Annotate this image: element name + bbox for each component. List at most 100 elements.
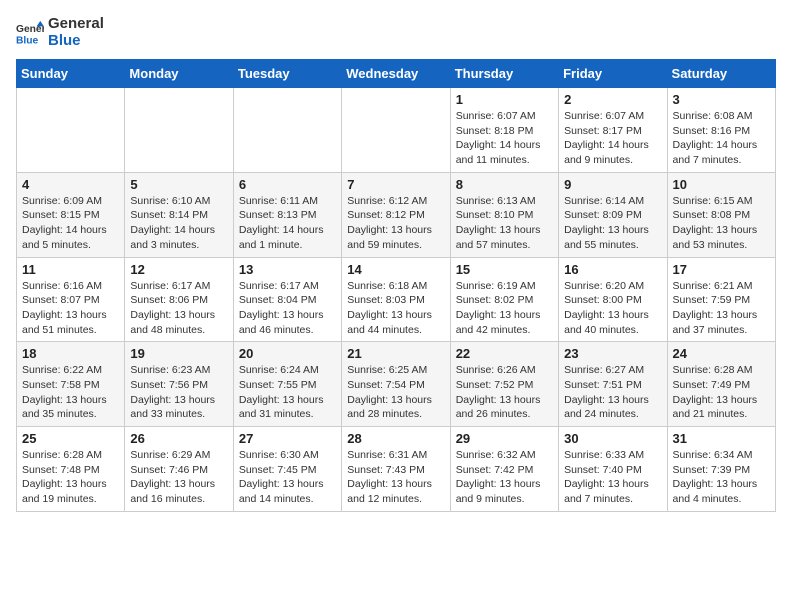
calendar-cell: 3 Sunrise: 6:08 AM Sunset: 8:16 PM Daylig… (667, 88, 775, 173)
calendar-cell (17, 88, 125, 173)
day-info: Sunrise: 6:24 AM Sunset: 7:55 PM Dayligh… (239, 363, 336, 422)
day-info: Sunrise: 6:22 AM Sunset: 7:58 PM Dayligh… (22, 363, 119, 422)
calendar-week-row: 25 Sunrise: 6:28 AM Sunset: 7:48 PM Dayli… (17, 427, 776, 512)
day-number: 1 (456, 92, 553, 107)
day-number: 14 (347, 262, 444, 277)
day-number: 8 (456, 177, 553, 192)
calendar-cell: 25 Sunrise: 6:28 AM Sunset: 7:48 PM Dayli… (17, 427, 125, 512)
header: General Blue General Blue (16, 16, 776, 49)
calendar-week-row: 1 Sunrise: 6:07 AM Sunset: 8:18 PM Daylig… (17, 88, 776, 173)
day-number: 16 (564, 262, 661, 277)
day-number: 25 (22, 431, 119, 446)
day-of-week-header: Friday (559, 60, 667, 88)
day-number: 30 (564, 431, 661, 446)
calendar-cell: 8 Sunrise: 6:13 AM Sunset: 8:10 PM Daylig… (450, 172, 558, 257)
calendar-cell: 17Sunrise: 6:21 AM Sunset: 7:59 PM Dayli… (667, 257, 775, 342)
calendar-table: SundayMondayTuesdayWednesdayThursdayFrid… (16, 59, 776, 512)
calendar-cell: 23Sunrise: 6:27 AM Sunset: 7:51 PM Dayli… (559, 342, 667, 427)
day-info: Sunrise: 6:07 AM Sunset: 8:18 PM Dayligh… (456, 109, 553, 168)
day-number: 22 (456, 346, 553, 361)
day-info: Sunrise: 6:09 AM Sunset: 8:15 PM Dayligh… (22, 194, 119, 253)
calendar-cell: 26Sunrise: 6:29 AM Sunset: 7:46 PM Dayli… (125, 427, 233, 512)
day-of-week-header: Tuesday (233, 60, 341, 88)
day-number: 28 (347, 431, 444, 446)
day-number: 6 (239, 177, 336, 192)
calendar-week-row: 4 Sunrise: 6:09 AM Sunset: 8:15 PM Daylig… (17, 172, 776, 257)
day-info: Sunrise: 6:13 AM Sunset: 8:10 PM Dayligh… (456, 194, 553, 253)
day-of-week-header: Monday (125, 60, 233, 88)
day-number: 13 (239, 262, 336, 277)
calendar-cell: 15Sunrise: 6:19 AM Sunset: 8:02 PM Dayli… (450, 257, 558, 342)
day-info: Sunrise: 6:20 AM Sunset: 8:00 PM Dayligh… (564, 279, 661, 338)
day-number: 4 (22, 177, 119, 192)
day-number: 26 (130, 431, 227, 446)
calendar-cell: 18 Sunrise: 6:22 AM Sunset: 7:58 PM Dayli… (17, 342, 125, 427)
day-info: Sunrise: 6:10 AM Sunset: 8:14 PM Dayligh… (130, 194, 227, 253)
day-info: Sunrise: 6:16 AM Sunset: 8:07 PM Dayligh… (22, 279, 119, 338)
day-of-week-header: Thursday (450, 60, 558, 88)
day-info: Sunrise: 6:31 AM Sunset: 7:43 PM Dayligh… (347, 448, 444, 507)
day-info: Sunrise: 6:14 AM Sunset: 8:09 PM Dayligh… (564, 194, 661, 253)
calendar-cell: 20 Sunrise: 6:24 AM Sunset: 7:55 PM Dayli… (233, 342, 341, 427)
day-info: Sunrise: 6:17 AM Sunset: 8:04 PM Dayligh… (239, 279, 336, 338)
calendar-cell: 22 Sunrise: 6:26 AM Sunset: 7:52 PM Dayli… (450, 342, 558, 427)
calendar-cell: 1 Sunrise: 6:07 AM Sunset: 8:18 PM Daylig… (450, 88, 558, 173)
calendar-cell: 16 Sunrise: 6:20 AM Sunset: 8:00 PM Dayli… (559, 257, 667, 342)
day-number: 29 (456, 431, 553, 446)
day-info: Sunrise: 6:21 AM Sunset: 7:59 PM Dayligh… (673, 279, 770, 338)
day-number: 9 (564, 177, 661, 192)
calendar-cell: 4 Sunrise: 6:09 AM Sunset: 8:15 PM Daylig… (17, 172, 125, 257)
day-info: Sunrise: 6:23 AM Sunset: 7:56 PM Dayligh… (130, 363, 227, 422)
logo-blue-text: Blue (48, 33, 104, 50)
calendar-body: 1 Sunrise: 6:07 AM Sunset: 8:18 PM Daylig… (17, 88, 776, 512)
calendar-cell: 31 Sunrise: 6:34 AM Sunset: 7:39 PM Dayli… (667, 427, 775, 512)
day-number: 31 (673, 431, 770, 446)
day-info: Sunrise: 6:33 AM Sunset: 7:40 PM Dayligh… (564, 448, 661, 507)
day-number: 27 (239, 431, 336, 446)
calendar-cell: 12 Sunrise: 6:17 AM Sunset: 8:06 PM Dayli… (125, 257, 233, 342)
calendar-cell: 29 Sunrise: 6:32 AM Sunset: 7:42 PM Dayli… (450, 427, 558, 512)
day-info: Sunrise: 6:28 AM Sunset: 7:48 PM Dayligh… (22, 448, 119, 507)
day-info: Sunrise: 6:27 AM Sunset: 7:51 PM Dayligh… (564, 363, 661, 422)
day-number: 3 (673, 92, 770, 107)
day-info: Sunrise: 6:11 AM Sunset: 8:13 PM Dayligh… (239, 194, 336, 253)
day-number: 18 (22, 346, 119, 361)
calendar-cell: 21 Sunrise: 6:25 AM Sunset: 7:54 PM Dayli… (342, 342, 450, 427)
calendar-cell: 11 Sunrise: 6:16 AM Sunset: 8:07 PM Dayli… (17, 257, 125, 342)
day-number: 24 (673, 346, 770, 361)
logo-icon: General Blue (16, 19, 44, 47)
svg-text:Blue: Blue (16, 35, 39, 46)
calendar-cell: 5Sunrise: 6:10 AM Sunset: 8:14 PM Daylig… (125, 172, 233, 257)
day-number: 15 (456, 262, 553, 277)
calendar-cell: 30 Sunrise: 6:33 AM Sunset: 7:40 PM Dayli… (559, 427, 667, 512)
day-info: Sunrise: 6:17 AM Sunset: 8:06 PM Dayligh… (130, 279, 227, 338)
calendar-header: SundayMondayTuesdayWednesdayThursdayFrid… (17, 60, 776, 88)
calendar-cell: 2Sunrise: 6:07 AM Sunset: 8:17 PM Daylig… (559, 88, 667, 173)
day-info: Sunrise: 6:25 AM Sunset: 7:54 PM Dayligh… (347, 363, 444, 422)
calendar-cell (233, 88, 341, 173)
day-info: Sunrise: 6:30 AM Sunset: 7:45 PM Dayligh… (239, 448, 336, 507)
header-row: SundayMondayTuesdayWednesdayThursdayFrid… (17, 60, 776, 88)
day-info: Sunrise: 6:34 AM Sunset: 7:39 PM Dayligh… (673, 448, 770, 507)
day-of-week-header: Sunday (17, 60, 125, 88)
calendar-cell: 7Sunrise: 6:12 AM Sunset: 8:12 PM Daylig… (342, 172, 450, 257)
day-number: 20 (239, 346, 336, 361)
day-info: Sunrise: 6:08 AM Sunset: 8:16 PM Dayligh… (673, 109, 770, 168)
calendar-cell: 6 Sunrise: 6:11 AM Sunset: 8:13 PM Daylig… (233, 172, 341, 257)
day-of-week-header: Wednesday (342, 60, 450, 88)
day-info: Sunrise: 6:28 AM Sunset: 7:49 PM Dayligh… (673, 363, 770, 422)
calendar-cell: 14Sunrise: 6:18 AM Sunset: 8:03 PM Dayli… (342, 257, 450, 342)
calendar-cell: 13 Sunrise: 6:17 AM Sunset: 8:04 PM Dayli… (233, 257, 341, 342)
day-info: Sunrise: 6:15 AM Sunset: 8:08 PM Dayligh… (673, 194, 770, 253)
day-info: Sunrise: 6:26 AM Sunset: 7:52 PM Dayligh… (456, 363, 553, 422)
day-number: 21 (347, 346, 444, 361)
day-number: 11 (22, 262, 119, 277)
day-number: 19 (130, 346, 227, 361)
day-info: Sunrise: 6:32 AM Sunset: 7:42 PM Dayligh… (456, 448, 553, 507)
day-number: 12 (130, 262, 227, 277)
logo: General Blue General Blue (16, 16, 104, 49)
day-number: 2 (564, 92, 661, 107)
calendar-cell: 24 Sunrise: 6:28 AM Sunset: 7:49 PM Dayli… (667, 342, 775, 427)
calendar-cell: 9 Sunrise: 6:14 AM Sunset: 8:09 PM Daylig… (559, 172, 667, 257)
calendar-cell: 28 Sunrise: 6:31 AM Sunset: 7:43 PM Dayli… (342, 427, 450, 512)
